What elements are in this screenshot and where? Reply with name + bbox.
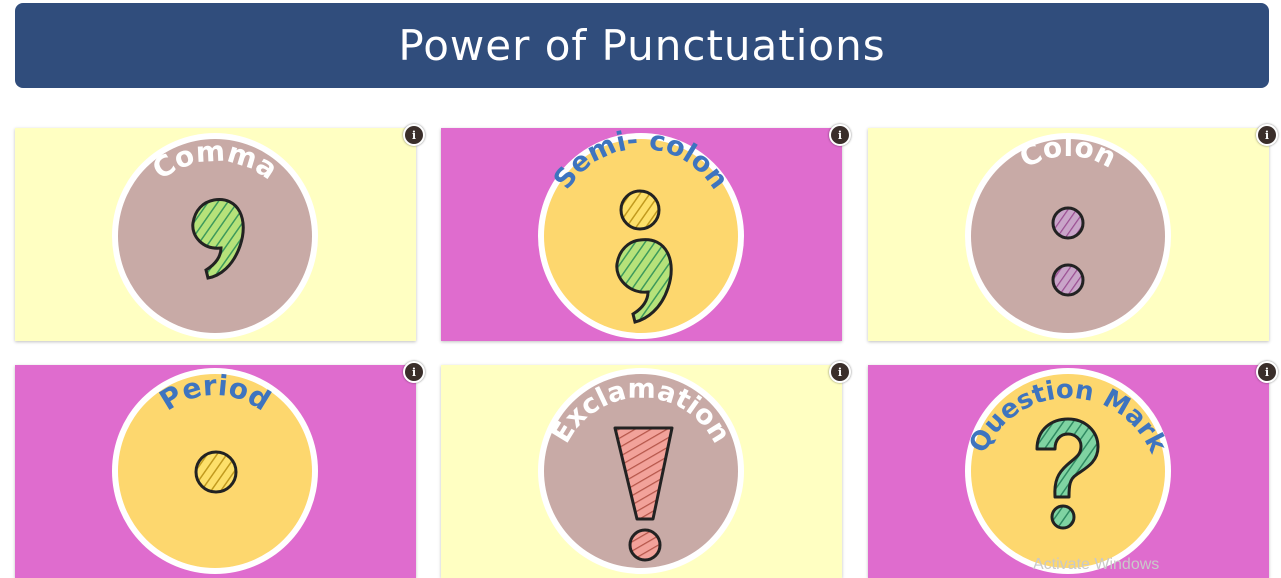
dot-icon <box>628 528 662 562</box>
dot-icon <box>1050 504 1076 530</box>
dot-icon <box>1051 206 1085 240</box>
colon-badge: Colon <box>965 130 1171 339</box>
activate-windows-watermark: Activate Windows <box>1033 556 1160 573</box>
semicolon-badge: Semi- colon <box>538 128 744 339</box>
card-exclamation[interactable]: Exclamation i <box>441 361 851 578</box>
info-icon[interactable]: i <box>1256 361 1278 383</box>
card-semicolon[interactable]: Semi- colon i <box>441 124 851 341</box>
period-badge: Period <box>112 368 318 574</box>
card-period[interactable]: Period i <box>15 361 425 578</box>
card-colon[interactable]: Colon i <box>868 124 1278 341</box>
page-title: Power of Punctuations <box>398 21 886 70</box>
info-icon[interactable]: i <box>829 124 851 146</box>
period-icon <box>194 450 238 494</box>
exclamation-badge: Exclamation <box>538 368 744 574</box>
card-comma[interactable]: Comma i <box>15 124 425 341</box>
info-icon[interactable]: i <box>403 361 425 383</box>
title-banner: Power of Punctuations <box>15 3 1269 88</box>
dot-icon <box>619 189 661 231</box>
dot-icon <box>1051 263 1085 297</box>
info-icon[interactable]: i <box>1256 124 1278 146</box>
comma-badge: Comma <box>112 133 318 339</box>
info-icon[interactable]: i <box>403 124 425 146</box>
question-mark-badge: Question Mark <box>964 368 1173 574</box>
card-question-mark[interactable]: Question Mark i <box>868 361 1278 578</box>
info-icon[interactable]: i <box>829 361 851 383</box>
